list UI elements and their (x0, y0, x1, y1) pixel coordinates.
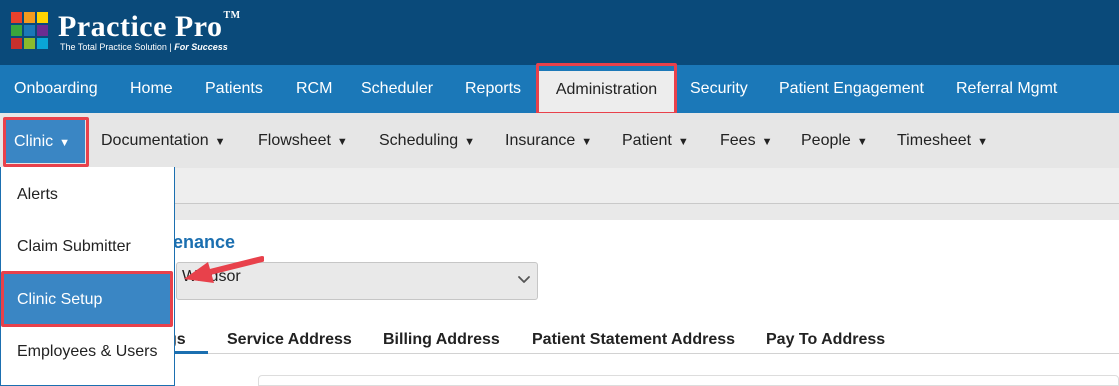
subnav-insurance[interactable]: Insurance ▼ (505, 113, 592, 168)
logo-tagline: The Total Practice Solution | For Succes… (60, 42, 228, 52)
chevron-down-icon (518, 276, 530, 283)
subnav-flowsheet[interactable]: Flowsheet ▼ (258, 113, 348, 168)
nav-referral-mgmt[interactable]: Referral Mgmt (956, 65, 1057, 113)
caret-down-icon: ▼ (581, 136, 593, 148)
pointer-arrow-icon (184, 256, 264, 283)
menu-item-claim-submitter[interactable]: Claim Submitter (17, 238, 131, 256)
page-title: enance (173, 232, 236, 252)
menu-item-alerts[interactable]: Alerts (17, 186, 58, 204)
caret-down-icon: ▼ (856, 136, 868, 148)
nav-rcm[interactable]: RCM (296, 65, 332, 113)
nav-security[interactable]: Security (690, 65, 748, 113)
nav-home[interactable]: Home (130, 65, 173, 113)
tab-service-address[interactable]: Service Address (227, 331, 352, 349)
subnav-timesheet[interactable]: Timesheet ▼ (897, 113, 988, 168)
tab-patient-statement-address[interactable]: Patient Statement Address (532, 331, 735, 349)
caret-down-icon: ▼ (464, 136, 476, 148)
caret-down-icon: ▼ (977, 136, 988, 148)
tab-billing-address[interactable]: Billing Address (383, 331, 500, 349)
administration-highlight (536, 63, 677, 115)
tab-pay-to-address[interactable]: Pay To Address (766, 331, 885, 349)
nav-patients[interactable]: Patients (205, 65, 263, 113)
subnav-people[interactable]: People ▼ (801, 113, 868, 168)
menu-item-employees-users[interactable]: Employees & Users (17, 343, 158, 361)
nav-scheduler[interactable]: Scheduler (361, 65, 433, 113)
caret-down-icon: ▼ (761, 136, 773, 148)
caret-down-icon: ▼ (336, 136, 348, 148)
tabs-divider (150, 353, 1119, 354)
clinic-setup-highlight (1, 271, 173, 327)
caret-down-icon: ▼ (214, 136, 226, 148)
subnav-patient[interactable]: Patient ▼ (622, 113, 689, 168)
sub-nav: Documentation ▼ Flowsheet ▼ Scheduling ▼ In… (0, 113, 1119, 168)
subnav-scheduling[interactable]: Scheduling ▼ (379, 113, 475, 168)
nav-onboarding[interactable]: Onboarding (14, 65, 98, 113)
nav-reports[interactable]: Reports (465, 65, 521, 113)
subnav-documentation[interactable]: Documentation ▼ (101, 113, 226, 168)
nav-patient-engagement[interactable]: Patient Engagement (779, 65, 924, 113)
clinic-maintenance-card (150, 220, 1119, 386)
logo-title: Practice ProTM (58, 10, 241, 43)
logo-mosaic-icon (11, 12, 53, 52)
clinic-highlight (3, 117, 89, 167)
settings-panel (258, 375, 1119, 386)
subnav-fees[interactable]: Fees ▼ (720, 113, 772, 168)
caret-down-icon: ▼ (677, 136, 689, 148)
